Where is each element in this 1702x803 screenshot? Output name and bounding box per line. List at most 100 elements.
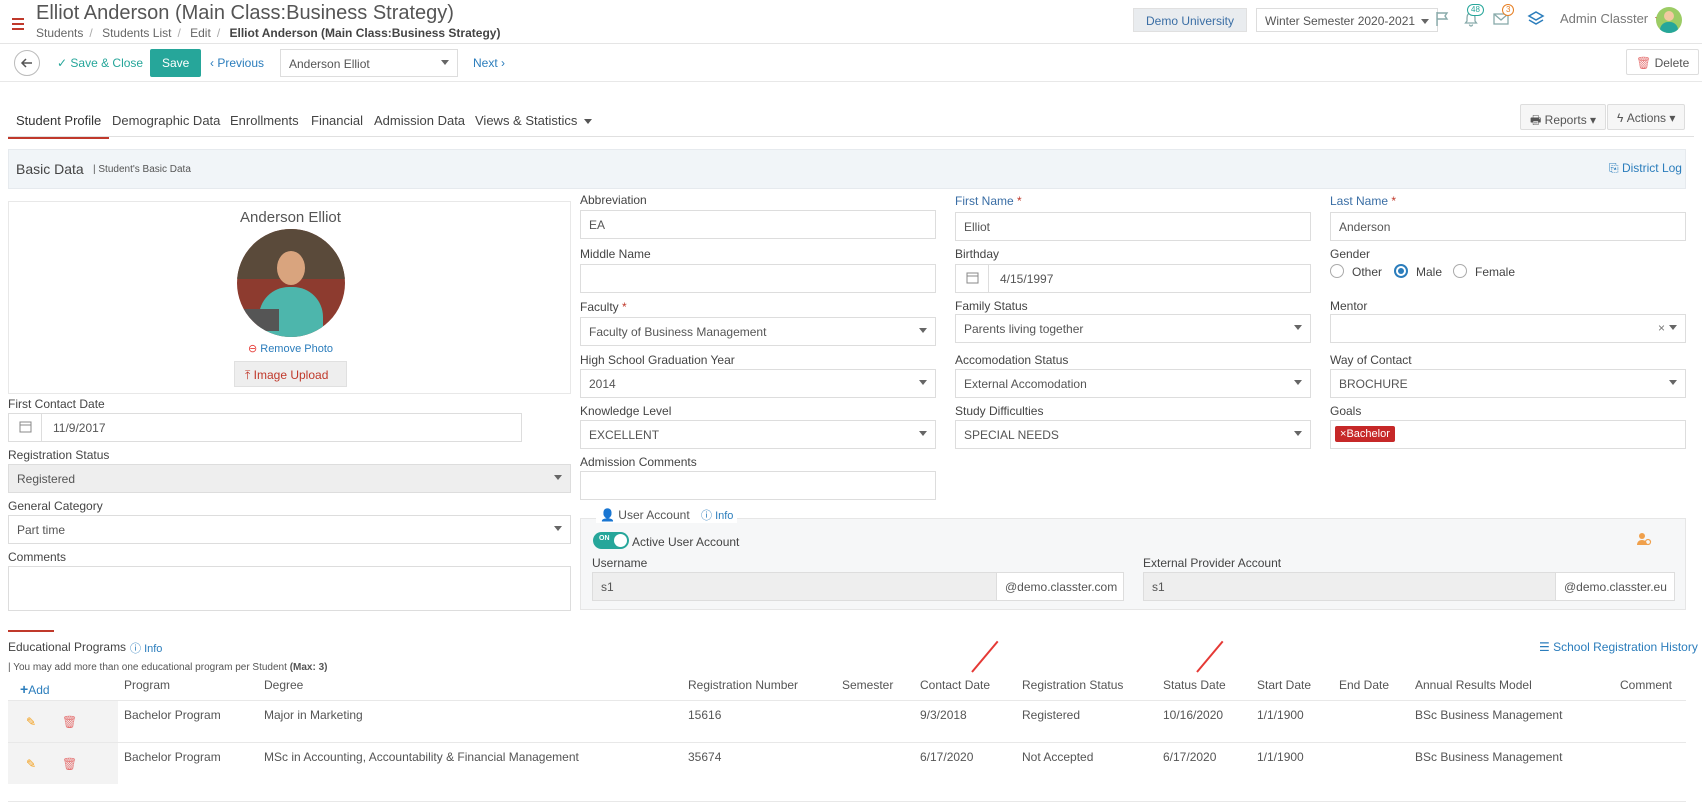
edit-icon[interactable]: ✎ [26, 715, 36, 729]
layers-icon[interactable] [1526, 9, 1546, 29]
image-upload-button[interactable]: ⤒ Image Upload [234, 361, 347, 387]
col-start-date: Start Date [1257, 678, 1312, 692]
middle-name-input[interactable] [580, 264, 936, 293]
previous-button[interactable]: ‹ Previous [201, 50, 273, 76]
mentor-label: Mentor [1330, 299, 1368, 313]
annotation-arrow-contact-date [971, 640, 999, 673]
last-name-input[interactable]: Anderson [1330, 212, 1686, 241]
semester-label: Winter Semester 2020-2021 [1265, 14, 1416, 28]
general-category-select[interactable]: Part time [8, 515, 571, 544]
semester-select[interactable]: Winter Semester 2020-2021 [1256, 8, 1439, 32]
row2-annual-results-model: BSc Business Management [1415, 750, 1563, 764]
study-difficulties-select[interactable]: SPECIAL NEEDS [955, 420, 1311, 449]
image-upload-label: Image Upload [253, 368, 329, 382]
goal-tag[interactable]: ×Bachelor [1335, 426, 1395, 442]
first-name-input[interactable]: Elliot [955, 212, 1311, 241]
trash-icon[interactable]: 🗑 [62, 757, 77, 771]
row1-start-date: 1/1/1900 [1257, 708, 1304, 722]
abbreviation-input[interactable]: EA [580, 210, 936, 239]
faculty-label: Faculty * [580, 300, 627, 314]
row2-registration-status: Not Accepted [1022, 750, 1094, 764]
user-menu[interactable]: Admin Classter [1560, 11, 1663, 26]
admission-comments-input[interactable] [580, 471, 936, 500]
hs-graduation-select[interactable]: 2014 [580, 369, 936, 398]
middle-name-label: Middle Name [580, 247, 651, 261]
action-bar: ✓ Save & Close Save ‹ Previous Anderson … [0, 44, 1702, 82]
remove-photo-link[interactable]: ⊖ Remove Photo [9, 342, 572, 355]
add-program-button[interactable]: +Add [20, 681, 50, 697]
user-account-title: 👤 User Account ⓘ Info [596, 507, 738, 523]
user-settings-icon[interactable] [1636, 531, 1652, 547]
tab-views-label: Views & Statistics [475, 113, 578, 128]
external-account-input[interactable]: s1 [1143, 572, 1556, 601]
goals-input[interactable]: ×Bachelor [1330, 420, 1686, 449]
general-category-value: Part time [17, 523, 66, 537]
col-degree: Degree [264, 678, 304, 692]
delete-button[interactable]: 🗑 Delete [1626, 49, 1700, 75]
col-comment: Comment [1620, 678, 1673, 692]
calendar-icon[interactable] [9, 414, 42, 441]
page-title: Elliot Anderson (Main Class:Business Str… [36, 2, 454, 24]
gender-male-label: Male [1416, 265, 1443, 279]
menu-icon[interactable] [12, 18, 24, 33]
gender-male-radio[interactable] [1394, 264, 1408, 278]
actions-button[interactable]: ϟ Actions ▾ [1607, 104, 1686, 130]
flag-icon[interactable] [1434, 10, 1452, 28]
knowledge-level-select[interactable]: EXCELLENT [580, 420, 936, 449]
row1-degree: Major in Marketing [264, 708, 363, 722]
family-status-select[interactable]: Parents living together [955, 314, 1311, 343]
username-input[interactable]: s1 [592, 572, 997, 601]
gender-label: Gender [1330, 247, 1371, 261]
save-close-label: Save & Close [70, 56, 144, 70]
calendar-icon[interactable] [956, 265, 989, 292]
chevron-left-icon: ‹ [210, 56, 214, 70]
way-of-contact-select[interactable]: BROCHURE [1330, 369, 1686, 398]
programs-info[interactable]: ⓘ Info [130, 640, 162, 656]
back-button[interactable] [14, 50, 40, 76]
save-close-button[interactable]: ✓ Save & Close [48, 50, 152, 76]
trash-icon: 🗑 [1636, 56, 1652, 70]
notifications-badge: 48 [1467, 4, 1484, 16]
reports-button[interactable]: 🖶 Reports ▾ [1520, 104, 1607, 130]
university-button[interactable]: Demo University [1133, 8, 1248, 32]
registration-history-link[interactable]: ☰ School Registration History [1539, 640, 1698, 654]
breadcrumb-students[interactable]: Students [36, 26, 83, 40]
save-button[interactable]: Save [150, 49, 202, 77]
hs-graduation-label: High School Graduation Year [580, 353, 735, 367]
gender-other-radio[interactable] [1330, 264, 1344, 278]
family-status-label: Family Status [955, 299, 1028, 313]
gender-female-radio[interactable] [1453, 264, 1467, 278]
comments-textarea[interactable] [8, 566, 571, 611]
external-account-label: External Provider Account [1143, 556, 1282, 570]
first-name-label-text: First Name [955, 194, 1014, 208]
mentor-select[interactable]: × [1330, 314, 1686, 343]
row1-annual-results-model: BSc Business Management [1415, 708, 1563, 722]
registration-status-label: Registration Status [8, 448, 110, 462]
study-difficulties-label: Study Difficulties [955, 404, 1044, 418]
birthday-input[interactable]: 4/15/1997 [955, 264, 1311, 293]
col-program: Program [124, 678, 171, 692]
first-contact-input[interactable]: 11/9/2017 [8, 413, 522, 442]
section-subtitle: | Student's Basic Data [93, 164, 191, 175]
trash-icon[interactable]: 🗑 [62, 715, 77, 729]
faculty-select[interactable]: Faculty of Business Management [580, 317, 936, 346]
active-account-toggle[interactable]: ON [593, 532, 629, 549]
registration-status-select[interactable]: Registered [8, 464, 571, 493]
printer-icon: 🖶 [1530, 113, 1542, 127]
accomodation-status-select[interactable]: External Accomodation [955, 369, 1311, 398]
clear-icon[interactable]: × [1658, 321, 1665, 335]
comments-label: Comments [8, 550, 67, 564]
next-button[interactable]: Next › [464, 50, 514, 76]
user-account-info[interactable]: ⓘ Info [701, 510, 733, 522]
programs-note-text: | You may add more than one educational … [8, 662, 287, 673]
upload-icon: ⤒ [245, 368, 251, 382]
avatar[interactable] [1656, 7, 1682, 33]
breadcrumb-edit[interactable]: Edit [190, 26, 211, 40]
breadcrumb-students-list[interactable]: Students List [102, 26, 171, 40]
birthday-label: Birthday [955, 247, 1000, 261]
first-contact-label: First Contact Date [8, 397, 105, 411]
edit-icon[interactable]: ✎ [26, 757, 36, 771]
district-log-link[interactable]: ⎘ District Log [1609, 161, 1682, 176]
col-registration-status: Registration Status [1022, 678, 1124, 692]
student-select[interactable]: Anderson Elliot [280, 49, 458, 77]
